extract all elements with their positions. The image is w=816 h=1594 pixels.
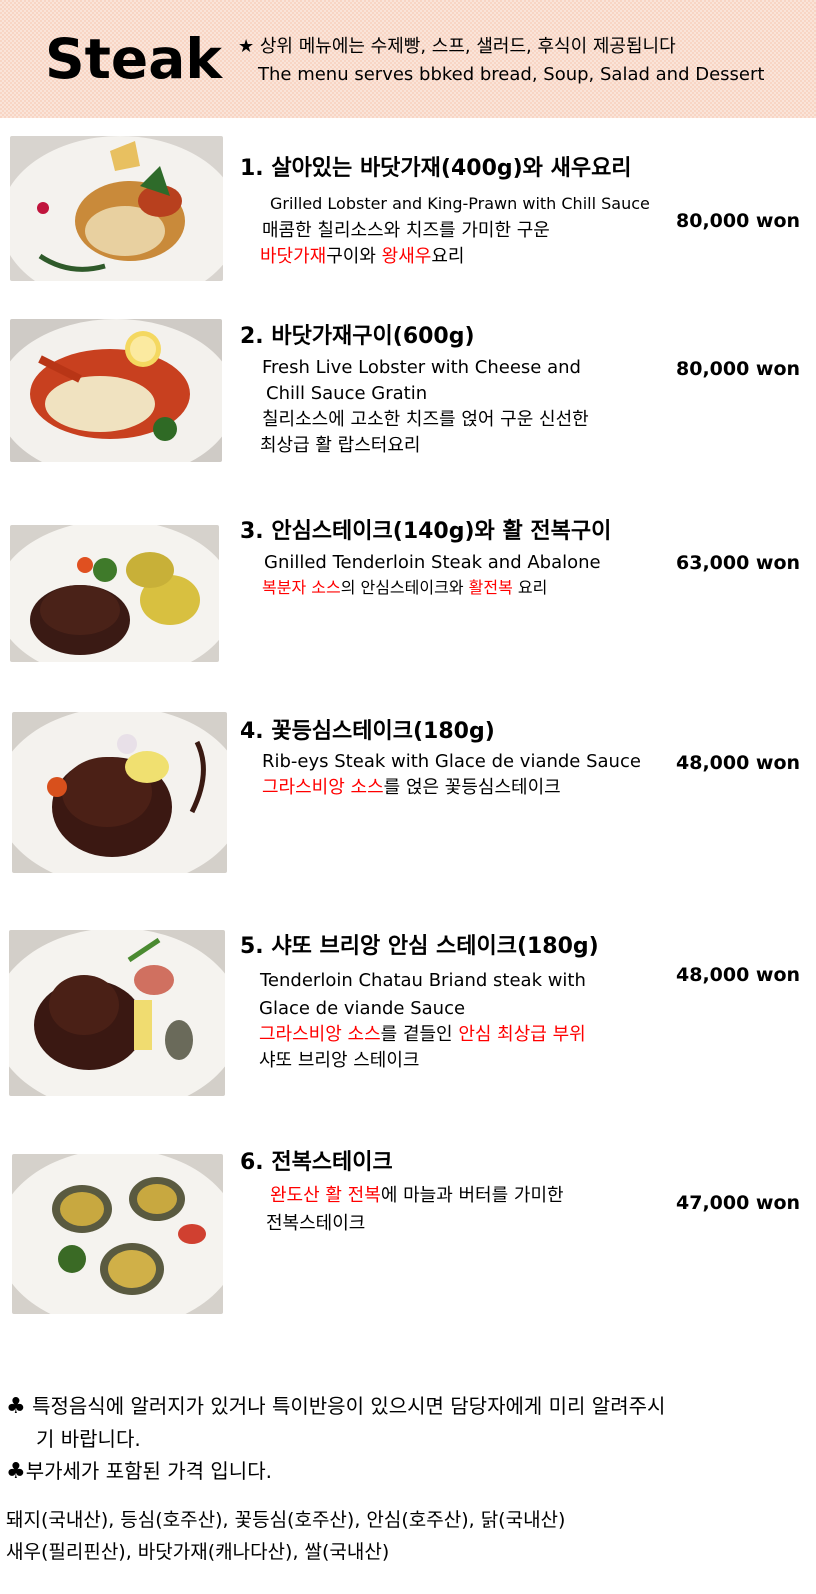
dish-price: 48,000 won bbox=[676, 752, 801, 774]
club-icon: ♣ bbox=[6, 1459, 26, 1484]
dish-photo-tenderloin-abalone bbox=[10, 525, 219, 662]
dish-price: 80,000 won bbox=[676, 210, 801, 232]
dish-photo-abalone-steak bbox=[12, 1154, 223, 1314]
dish-photo-ribeye bbox=[12, 712, 227, 873]
dish-price: 80,000 won bbox=[676, 358, 801, 380]
dish-description-ko: 그라스비앙 소스를 얹은 꽃등심스테이크 bbox=[262, 775, 561, 801]
dish-description-ko: 복분자 소스의 안심스테이크와 활전복 요리 bbox=[262, 575, 547, 601]
dish-price: 63,000 won bbox=[676, 552, 801, 574]
description-text: 를 곁들인 bbox=[380, 1024, 459, 1045]
dish-description-ko: 그라스비앙 소스를 곁들인 안심 최상급 부위 bbox=[259, 1022, 586, 1048]
description-text: 의 안심스테이크와 bbox=[340, 578, 469, 597]
club-icon: ♣ bbox=[6, 1394, 26, 1419]
menu-header: Steak ★ 상위 메뉴에는 수제빵, 스프, 샐러드, 후식이 제공됩니다 … bbox=[0, 0, 816, 118]
header-note-ko: ★ 상위 메뉴에는 수제빵, 스프, 샐러드, 후식이 제공됩니다 bbox=[238, 36, 676, 57]
dish-description-en: Fresh Live Lobster with Cheese and bbox=[262, 357, 581, 378]
allergy-note-cont: 기 바랍니다. bbox=[36, 1427, 141, 1451]
dish-photo-lobster bbox=[10, 319, 222, 462]
description-text: 구이와 bbox=[326, 246, 382, 267]
dish-description-ko: 칠리소스에 고소한 치즈를 얹어 구운 신선한 bbox=[262, 409, 589, 430]
dish-name: 5. 샤또 브리앙 안심 스테이크(180g) bbox=[240, 934, 599, 959]
allergy-note-text: 특정음식에 알러지가 있거나 특이반응이 있으시면 담당자에게 미리 알려주시 bbox=[32, 1394, 666, 1418]
highlight-text: 바닷가재 bbox=[260, 246, 327, 267]
vat-note-text: 부가세가 포함된 가격 입니다. bbox=[25, 1459, 272, 1483]
highlight-text: 그라스비앙 소스 bbox=[259, 1024, 381, 1045]
highlight-text: 완도산 활 전복 bbox=[270, 1185, 381, 1206]
origin-line: 새우(필리핀산), 바닷가재(캐나다산), 쌀(국내산) bbox=[6, 1541, 390, 1563]
highlight-text: 활전복 bbox=[468, 578, 513, 597]
dish-name: 6. 전복스테이크 bbox=[240, 1150, 393, 1175]
dish-name: 4. 꽃등심스테이크(180g) bbox=[240, 719, 495, 744]
vat-note: ♣부가세가 포함된 가격 입니다. bbox=[6, 1456, 272, 1487]
description-text: 요리 bbox=[431, 246, 465, 267]
highlight-text: 안심 최상급 부위 bbox=[458, 1024, 586, 1045]
dish-price: 47,000 won bbox=[676, 1192, 801, 1214]
header-note-en: The menu serves bbked bread, Soup, Salad… bbox=[258, 64, 765, 85]
dish-description-en: Chill Sauce Gratin bbox=[266, 383, 428, 404]
dish-description-ko: 최상급 활 랍스터요리 bbox=[260, 435, 421, 456]
highlight-text: 그라스비앙 소스 bbox=[262, 777, 384, 798]
dish-photo-lobster-prawn bbox=[10, 136, 223, 281]
dish-description-ko: 바닷가재구이와 왕새우요리 bbox=[260, 244, 464, 270]
dish-description-ko: 완도산 활 전복에 마늘과 버터를 가미한 bbox=[270, 1183, 564, 1209]
dish-name: 2. 바닷가재구이(600g) bbox=[240, 324, 475, 349]
description-text: 요리 bbox=[512, 578, 548, 597]
dish-description-en: Grilled Lobster and King-Prawn with Chil… bbox=[270, 194, 650, 213]
dish-price: 48,000 won bbox=[676, 964, 801, 986]
dish-name: 1. 살아있는 바닷가재(400g)와 새우요리 bbox=[240, 156, 632, 181]
dish-name: 3. 안심스테이크(140g)와 활 전복구이 bbox=[240, 519, 612, 544]
dish-description-ko: 샤또 브리앙 스테이크 bbox=[259, 1050, 420, 1071]
highlight-text: 복분자 소스 bbox=[262, 578, 341, 597]
dish-description-en: Rib-eys Steak with Glace de viande Sauce bbox=[262, 751, 641, 772]
description-text: 를 얹은 꽃등심스테이크 bbox=[383, 777, 561, 798]
header-note: ★ 상위 메뉴에는 수제빵, 스프, 샐러드, 후식이 제공됩니다 The me… bbox=[238, 33, 764, 89]
dish-description-ko: 전복스테이크 bbox=[266, 1213, 366, 1234]
origin-line: 돼지(국내산), 등심(호주산), 꽃등심(호주산), 안심(호주산), 닭(국… bbox=[6, 1509, 566, 1531]
dish-description-ko: 매콤한 칠리소스와 치즈를 가미한 구운 bbox=[262, 220, 550, 241]
dish-description-en: Gnilled Tenderloin Steak and Abalone bbox=[264, 552, 601, 573]
dish-description-en: Tenderloin Chatau Briand steak with bbox=[260, 970, 586, 991]
dish-photo-chateaubriand bbox=[9, 930, 225, 1096]
description-text: 에 마늘과 버터를 가미한 bbox=[380, 1185, 564, 1206]
page-title: Steak bbox=[45, 27, 222, 91]
highlight-text: 왕새우 bbox=[381, 246, 432, 267]
dish-description-en: Glace de viande Sauce bbox=[259, 998, 466, 1019]
allergy-note: ♣ 특정음식에 알러지가 있거나 특이반응이 있으시면 담당자에게 미리 알려주… bbox=[6, 1391, 806, 1422]
